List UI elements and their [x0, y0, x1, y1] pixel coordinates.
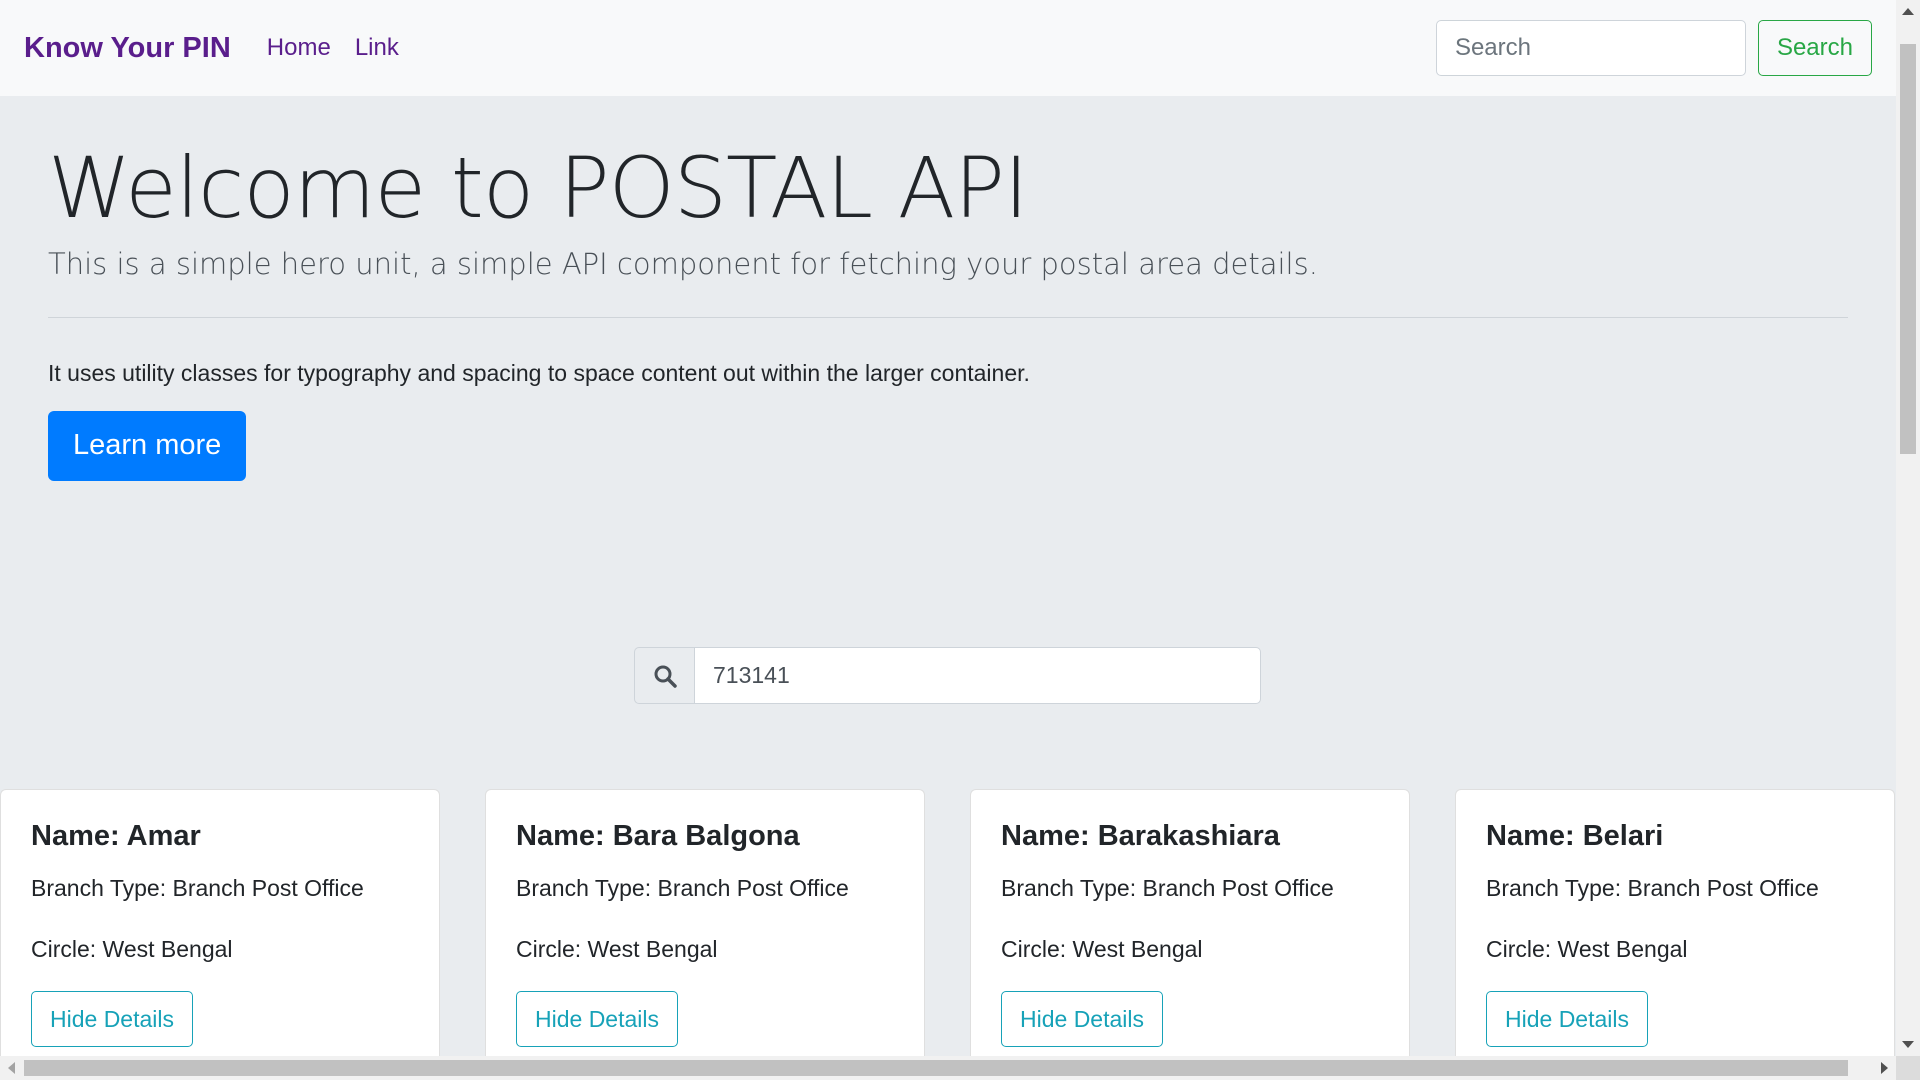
- page-viewport: Know Your PIN Home Link Search Welcome t…: [0, 0, 1896, 1056]
- card-branch-type: Branch Type: Branch Post Office: [31, 875, 364, 901]
- card-circle: Circle: West Bengal: [1001, 936, 1203, 962]
- search-icon: [634, 647, 694, 704]
- hide-details-button[interactable]: Hide Details: [1001, 991, 1163, 1047]
- scroll-left-arrow-icon[interactable]: [8, 1062, 15, 1074]
- navbar-brand[interactable]: Know Your PIN: [24, 32, 231, 65]
- card-branch-type: Branch Type: Branch Post Office: [1001, 875, 1334, 901]
- divider: [48, 316, 1848, 318]
- card-title: Name: Barakashiara: [1001, 820, 1280, 852]
- card-branch-type: Branch Type: Branch Post Office: [1486, 875, 1819, 901]
- post-office-card: Name: Bara Balgona Branch Type: Branch P…: [485, 789, 925, 1056]
- post-office-card: Name: Barakashiara Branch Type: Branch P…: [970, 789, 1410, 1056]
- horizontal-scroll-thumb[interactable]: [24, 1060, 1848, 1076]
- card-branch-type: Branch Type: Branch Post Office: [516, 875, 849, 901]
- hide-details-button[interactable]: Hide Details: [1486, 991, 1648, 1047]
- hide-details-button[interactable]: Hide Details: [31, 991, 193, 1047]
- navbar-search-button[interactable]: Search: [1757, 20, 1872, 76]
- post-office-card: Name: Belari Branch Type: Branch Post Of…: [1455, 789, 1895, 1056]
- card-title: Name: Belari: [1486, 820, 1664, 852]
- card-circle: Circle: West Bengal: [1486, 936, 1688, 962]
- navbar: Know Your PIN Home Link Search: [0, 0, 1896, 96]
- results-list: Name: Amar Branch Type: Branch Post Offi…: [0, 789, 1896, 1056]
- card-title: Name: Amar: [31, 820, 201, 852]
- card-title: Name: Bara Balgona: [516, 820, 800, 852]
- jumbotron-lead: This is a simple hero unit, a simple API…: [48, 246, 1318, 281]
- nav-link-link[interactable]: Link: [355, 34, 399, 62]
- scrollbar-corner: [1896, 1056, 1920, 1080]
- navbar-search-input[interactable]: [1435, 20, 1746, 76]
- pin-input[interactable]: [694, 647, 1261, 704]
- vertical-scroll-thumb[interactable]: [1900, 44, 1916, 454]
- learn-more-button[interactable]: Learn more: [48, 410, 247, 481]
- scroll-down-arrow-icon[interactable]: [1902, 1041, 1914, 1048]
- page-title: Welcome to POSTAL API: [48, 139, 1029, 237]
- card-circle: Circle: West Bengal: [31, 936, 233, 962]
- scroll-right-arrow-icon[interactable]: [1881, 1062, 1888, 1074]
- pin-search-group: [634, 647, 1261, 704]
- card-circle: Circle: West Bengal: [516, 936, 718, 962]
- scroll-up-arrow-icon[interactable]: [1902, 8, 1914, 15]
- post-office-card: Name: Amar Branch Type: Branch Post Offi…: [0, 789, 440, 1056]
- horizontal-scrollbar[interactable]: [0, 1056, 1896, 1080]
- navbar-search-form: Search: [1435, 20, 1872, 76]
- vertical-scrollbar[interactable]: [1896, 0, 1920, 1056]
- jumbotron-text: It uses utility classes for typography a…: [48, 359, 1030, 386]
- jumbotron: Welcome to POSTAL API This is a simple h…: [48, 140, 1848, 481]
- nav-link-home[interactable]: Home: [267, 34, 331, 62]
- hide-details-button[interactable]: Hide Details: [516, 991, 678, 1047]
